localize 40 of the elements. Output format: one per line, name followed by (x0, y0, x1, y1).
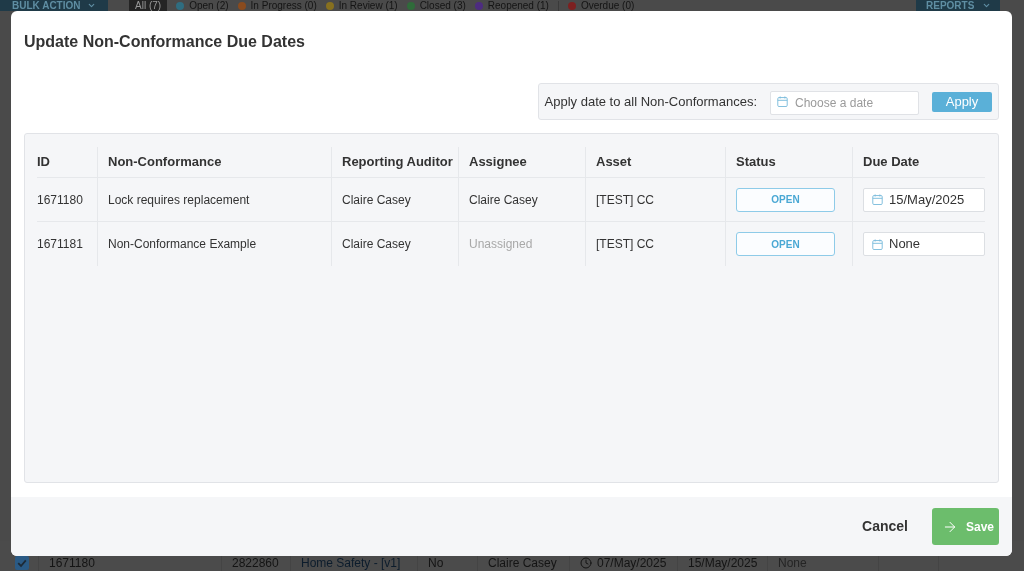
column-header: Reporting Auditor (342, 153, 453, 172)
bulk-action-button[interactable]: BULK ACTION (0, 0, 108, 11)
date-input-field[interactable]: Choose a date (770, 90, 919, 115)
table-cell-text: Unassigned (469, 236, 533, 253)
calendar-icon (872, 194, 883, 205)
status-filter-tab[interactable]: All (7) (129, 0, 168, 11)
cancel-button[interactable]: Cancel (862, 516, 908, 537)
due-date-field[interactable]: None (863, 232, 985, 256)
table-cell-text: 1671180 (37, 191, 83, 209)
save-button[interactable]: Save (932, 508, 999, 545)
due-date-field[interactable]: 15/May/2025 (863, 187, 985, 212)
table-cell-text: Claire Casey (469, 191, 538, 209)
table-cell-text: 1671181 (37, 236, 83, 253)
caret-icon (982, 1, 992, 10)
column-header: Asset (596, 153, 632, 172)
calendar-icon (872, 238, 883, 250)
row-checkbox[interactable] (15, 556, 29, 570)
column-header: ID (37, 153, 50, 172)
caret-icon (86, 1, 96, 10)
column-header: Assignee (469, 153, 527, 172)
table-cell-text: Claire Casey (342, 236, 411, 253)
apply-date-label: Apply date to all Non-Conformances: (544, 92, 757, 111)
table-cell-text: [TEST] CC (596, 191, 654, 209)
column-header: Status (736, 153, 776, 172)
table-cell-text: [TEST] CC (596, 236, 654, 253)
clock-icon (580, 557, 592, 569)
column-header: Non-Conformance (108, 153, 222, 172)
reports-button[interactable]: REPORTS (916, 0, 1000, 11)
table-cell-text: 1671180 (49, 555, 95, 571)
calendar-icon (777, 95, 788, 107)
table-cell-text: Non-Conformance Example (108, 236, 257, 253)
table-cell-text: 15/May/2025 (688, 555, 758, 571)
dialog-title: Update Non-Conformance Due Dates (24, 32, 305, 52)
apply-button[interactable]: Apply (932, 91, 992, 112)
record-link[interactable]: Home Safety - [v1] (301, 554, 401, 571)
status-badge: OPEN (736, 187, 835, 212)
column-header: Due Date (863, 153, 920, 172)
status-badge: OPEN (736, 232, 835, 256)
table-cell-text: Claire Casey (342, 191, 411, 209)
table-cell-text: Lock requires replacement (108, 191, 250, 209)
